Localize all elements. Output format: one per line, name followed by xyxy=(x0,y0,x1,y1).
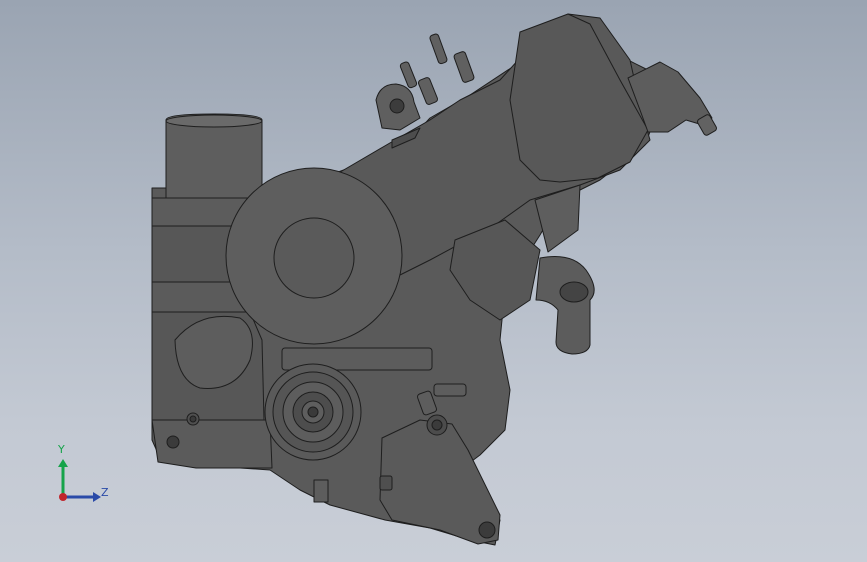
z-axis-label: Z xyxy=(101,486,109,499)
x-axis-dot xyxy=(59,493,67,501)
z-axis-arrow xyxy=(93,492,101,502)
coordinate-triad xyxy=(58,459,101,502)
y-axis-label: Y xyxy=(58,443,65,456)
y-axis-arrow xyxy=(58,459,68,467)
graphics-viewport[interactable]: Y Z xyxy=(0,0,867,562)
